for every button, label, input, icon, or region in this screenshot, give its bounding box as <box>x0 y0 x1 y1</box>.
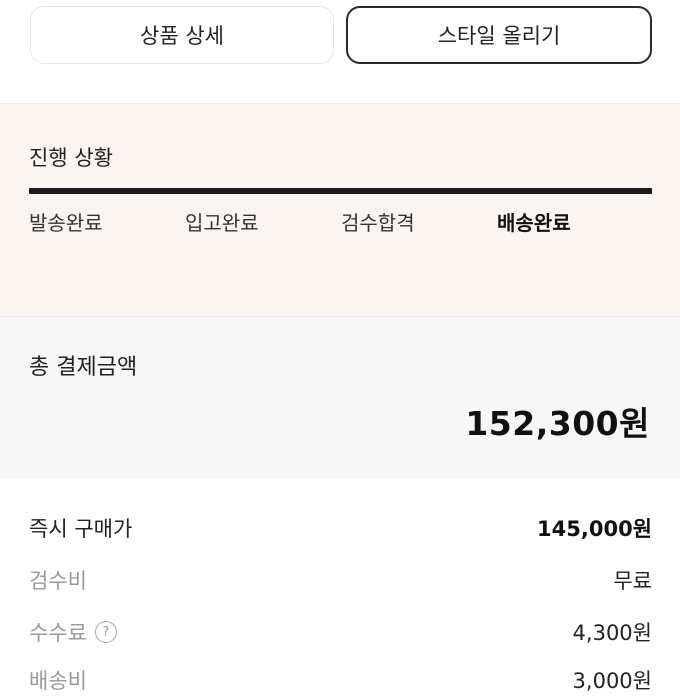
total-payment-section: 총 결제금액 152,300원 <box>0 316 680 480</box>
payment-breakdown: 즉시 구매가 145,000원 검수비 무료 수수료 ? 4,300원 배송비 … <box>0 479 680 693</box>
inspection-fee-value: 무료 <box>613 569 652 593</box>
progress-bar <box>29 188 652 194</box>
step-delivered: 배송완료 <box>497 211 571 235</box>
total-payment-value: 152,300원 <box>465 404 650 443</box>
shipping-fee-value: 3,000원 <box>572 669 652 693</box>
commission-value: 4,300원 <box>572 621 652 645</box>
breakdown-row-instant-price: 즉시 구매가 145,000원 <box>29 511 652 545</box>
progress-title: 진행 상황 <box>29 146 113 170</box>
top-button-bar: 상품 상세 스타일 올리기 <box>0 0 680 100</box>
commission-label: 수수료 <box>29 621 87 645</box>
instant-price-value: 145,000원 <box>537 517 652 541</box>
breakdown-row-shipping-fee: 배송비 3,000원 <box>29 663 652 697</box>
shipping-fee-label: 배송비 <box>29 669 87 693</box>
breakdown-row-commission: 수수료 ? 4,300원 <box>29 615 652 649</box>
product-detail-button[interactable]: 상품 상세 <box>30 6 334 64</box>
step-received: 입고완료 <box>185 211 259 235</box>
instant-price-label: 즉시 구매가 <box>29 517 133 541</box>
question-icon[interactable]: ? <box>94 621 117 643</box>
upload-style-button[interactable]: 스타일 올리기 <box>346 6 652 64</box>
step-inspection-passed: 검수합격 <box>341 211 415 235</box>
inspection-fee-label: 검수비 <box>29 569 87 593</box>
progress-section: 진행 상황 발송완료 입고완료 검수합격 배송완료 <box>0 103 680 316</box>
breakdown-row-inspection-fee: 검수비 무료 <box>29 563 652 597</box>
commission-label-wrap: 수수료 ? <box>29 617 117 647</box>
total-payment-label: 총 결제금액 <box>29 355 138 380</box>
step-shipped: 발송완료 <box>29 211 103 235</box>
